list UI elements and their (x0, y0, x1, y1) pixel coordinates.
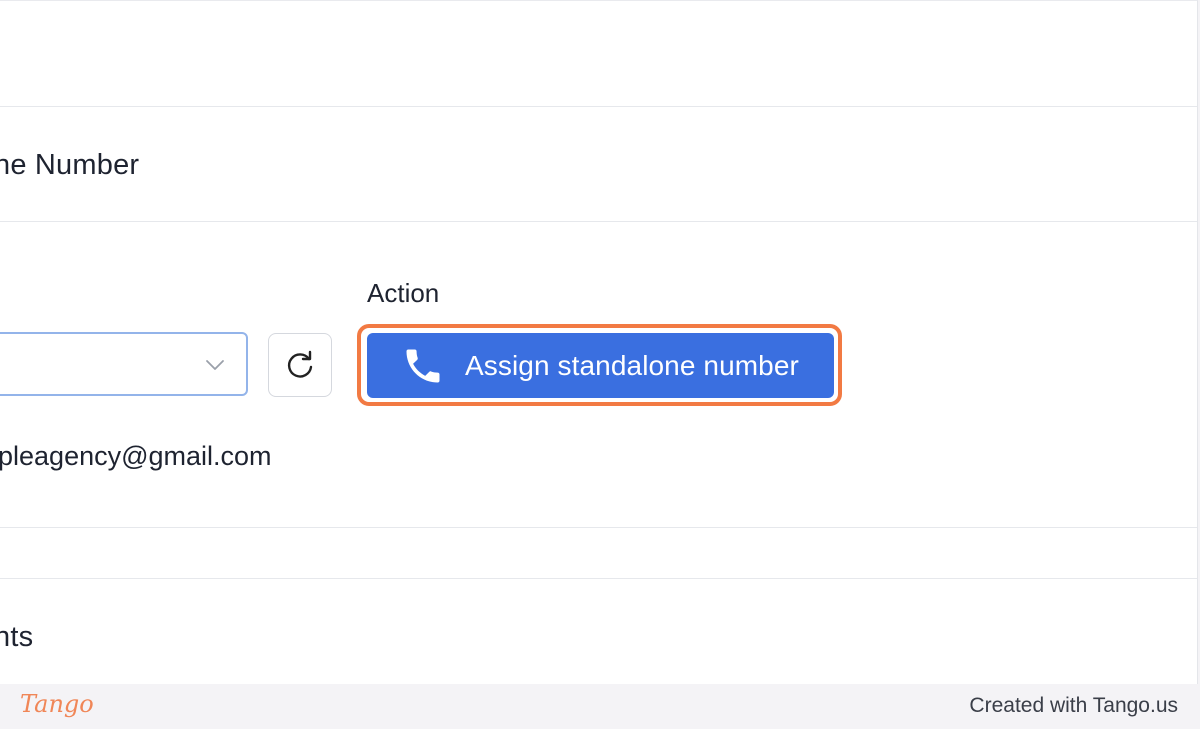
phone-icon (406, 349, 440, 382)
footer-credit: Created with Tango.us (969, 694, 1178, 717)
number-select[interactable] (0, 332, 248, 396)
tango-logo: Tango (20, 690, 94, 718)
divider (0, 221, 1197, 222)
divider (0, 578, 1197, 579)
divider (0, 527, 1197, 528)
bottom-section-title: nts (0, 621, 34, 653)
action-label: Action (367, 278, 440, 308)
phone-number-section-title: ne Number (0, 149, 140, 181)
chevron-down-icon (206, 360, 224, 370)
email-text: pleagency@gmail.com (0, 441, 272, 471)
assign-standalone-number-button[interactable]: Assign standalone number (367, 333, 834, 398)
refresh-button[interactable] (268, 333, 332, 397)
refresh-icon (287, 350, 313, 378)
assign-button-label: Assign standalone number (465, 349, 799, 381)
divider (0, 106, 1197, 107)
app-frame: ne Number Action Assign standalone numbe… (0, 0, 1198, 684)
footer: Tango Created with Tango.us (0, 684, 1200, 729)
